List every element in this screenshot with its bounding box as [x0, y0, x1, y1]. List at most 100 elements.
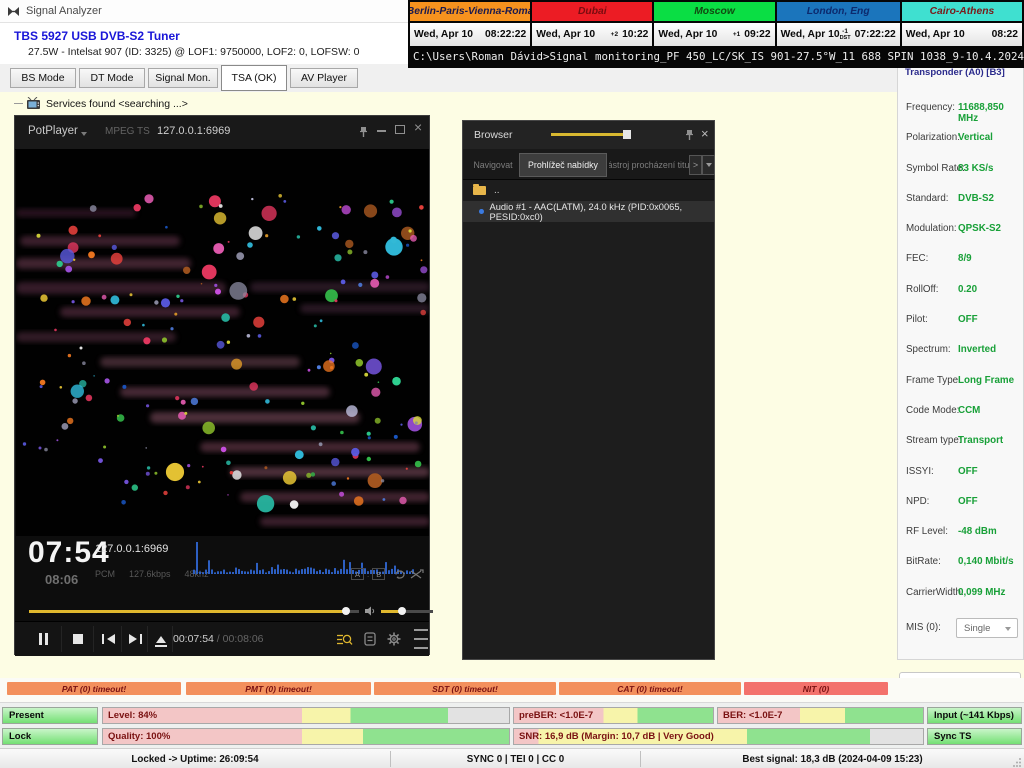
menu-button[interactable]	[409, 622, 433, 656]
video-area[interactable]	[16, 149, 429, 536]
playlist-button[interactable]	[359, 622, 381, 656]
tab-title-browser[interactable]: Nástroj procházení titu...	[609, 153, 689, 177]
speaker-icon[interactable]	[365, 606, 376, 616]
param-code-mode: Code Mode:CCM	[898, 397, 1023, 427]
mis-dropdown[interactable]: Single	[956, 618, 1018, 638]
ab-repeat-b-button[interactable]: B	[372, 568, 385, 580]
param-npd: NPD:OFF	[898, 488, 1023, 518]
psi-pat-bar: PAT (0) timeout!	[7, 682, 181, 695]
tabs-dropdown-button[interactable]	[702, 155, 715, 175]
tsa-content: Services found <searching ...> PotPlayer…	[0, 92, 1024, 678]
ab-repeat-a-button[interactable]: A	[351, 568, 364, 580]
psi-sdt-bar: SDT (0) timeout!	[374, 682, 556, 695]
total-time-display: 08:06	[45, 572, 78, 587]
pause-button[interactable]	[29, 622, 57, 656]
eject-button[interactable]	[148, 622, 174, 656]
maximize-icon[interactable]	[395, 125, 405, 134]
lock-uptime-status: Locked -> Uptime: 26:09:54	[0, 749, 390, 768]
settings-button[interactable]	[383, 622, 405, 656]
tabs-next-button[interactable]: >	[689, 155, 702, 175]
audio-stream-item[interactable]: Audio #1 - AAC(LATM), 24.0 kHz (PID:0x00…	[463, 201, 714, 222]
tree-expander[interactable]	[14, 103, 23, 104]
signal-analyzer-app: Signal Analyzer TBS 5927 USB DVB-S2 Tune…	[0, 0, 1024, 768]
ab-separator: :	[367, 570, 369, 579]
mis-row: MIS (0): Single	[898, 617, 1023, 641]
snr-bar: SNR: 16,9 dB (Margin: 10,7 dB | Very Goo…	[513, 728, 924, 745]
bullet-icon	[479, 209, 484, 214]
psi-nit-bar: NIT (0)	[744, 682, 888, 695]
browser-slider-knob[interactable]	[623, 130, 631, 139]
param-pilot: Pilot:OFF	[898, 306, 1023, 336]
param-polarization: Polarization:Vertical	[898, 124, 1023, 154]
player-controls: 00:07:54 / 00:08:06	[15, 621, 429, 656]
search-icon	[336, 632, 353, 647]
preber-bar: preBER: <1.0E-7	[513, 707, 714, 724]
position-time: 00:07:54	[173, 633, 214, 645]
resize-grip[interactable]	[1012, 757, 1022, 767]
chevron-down-icon	[706, 163, 712, 167]
services-status-row: Services found <searching ...>	[14, 97, 188, 110]
param-bitrate: BitRate:0,140 Mbit/s	[898, 548, 1023, 578]
stream-format-label: MPEG TS	[105, 126, 150, 137]
chevron-down-icon	[1005, 627, 1011, 631]
param-rolloff: RollOff:0.20	[898, 276, 1023, 306]
tab-signal-mon[interactable]: Signal Mon.	[148, 68, 218, 88]
console-command-line[interactable]: C:\Users\Roman Dávid>Signal monitoring_P…	[413, 50, 1024, 63]
browser-title: Browser	[474, 129, 513, 141]
chevron-down-icon	[81, 132, 87, 136]
ber-bar: BER: <1.0E-7	[717, 707, 924, 724]
bitrate-label: 127.6kbps	[129, 569, 171, 579]
tab-bs-mode[interactable]: BS Mode	[10, 68, 76, 88]
potplayer-app-menu[interactable]: PotPlayer	[28, 125, 78, 137]
stop-button[interactable]	[65, 622, 91, 656]
audio-stream-label: Audio #1 - AAC(LATM), 24.0 kHz (PID:0x00…	[490, 202, 714, 222]
volume-knob[interactable]	[398, 607, 406, 615]
param-carrier-width: CarrierWidth:0,099 MHz	[898, 579, 1023, 609]
psi-cat-bar: CAT (0) timeout!	[559, 682, 741, 695]
tab-av-player[interactable]: AV Player	[290, 68, 358, 88]
shuffle-icon[interactable]	[410, 569, 424, 580]
previous-button[interactable]	[95, 622, 121, 656]
param-standard: Standard:DVB-S2	[898, 185, 1023, 215]
psi-status-row: PAT (0) timeout! PMT (0) timeout! SDT (0…	[0, 678, 1024, 702]
browser-titlebar[interactable]: Browser ×	[463, 121, 714, 150]
codec-label: PCM	[95, 569, 115, 579]
app-icon	[7, 5, 20, 18]
signal-parameters-panel: Transponder (A0) [B3] Frequency:11688,85…	[897, 60, 1024, 660]
search-broadcast-button[interactable]	[333, 622, 355, 656]
tab-menu-browser[interactable]: Prohlížeč nabídky	[519, 153, 607, 177]
param-rf-level: RF Level:-48 dBm	[898, 518, 1023, 548]
transponder-header: Transponder (A0) [B3]	[905, 67, 1005, 78]
tab-tsa[interactable]: TSA (OK)	[221, 65, 287, 91]
pin-icon[interactable]	[685, 129, 694, 141]
signal-metrics: Present Level: 84% preBER: <1.0E-7 BER: …	[0, 702, 1024, 749]
clock-time-london: Wed, Apr 10-1DST07:22:22	[777, 23, 900, 46]
player-info-bar: 07:54 08:06 127.0.0.1:6969 PCM 127.6kbps…	[15, 536, 429, 601]
loop-icon[interactable]	[393, 569, 407, 580]
present-indicator: Present	[2, 707, 98, 724]
quality-bar: Quality: 100%	[102, 728, 510, 745]
browser-slider[interactable]	[551, 133, 627, 136]
parent-folder-row[interactable]: ..	[463, 179, 714, 201]
seek-knob[interactable]	[342, 607, 350, 615]
console-overlay: Berlin-Paris-Vienna-Roma Dubai Moscow Lo…	[408, 0, 1024, 68]
services-status-text: Services found <searching ...>	[46, 98, 188, 110]
signal-parameter-rows: Frequency:11688,850 MHz Polarization:Ver…	[898, 94, 1023, 609]
potplayer-titlebar[interactable]: PotPlayer MPEG TS 127.0.0.1:6969 ×	[15, 116, 429, 150]
close-icon[interactable]: ×	[414, 120, 422, 134]
tab-navigate[interactable]: Navigovat	[468, 153, 518, 177]
now-playing-label: 127.0.0.1:6969	[95, 543, 168, 555]
next-button[interactable]	[122, 622, 148, 656]
param-modulation: Modulation:QPSK-S2	[898, 215, 1023, 245]
tv-icon	[26, 97, 41, 110]
tuner-name: TBS 5927 USB DVB-S2 Tuner	[14, 29, 180, 43]
clock-city-moscow: Moscow	[654, 2, 774, 21]
input-indicator: Input (~141 Kbps)	[927, 707, 1022, 724]
close-icon[interactable]: ×	[701, 126, 709, 141]
pin-icon[interactable]	[359, 126, 368, 138]
minimize-icon[interactable]	[377, 130, 386, 132]
mode-tabstrip: BS Mode DT Mode Signal Mon. TSA (OK) AV …	[0, 64, 1024, 92]
folder-label: ..	[494, 185, 500, 196]
tab-dt-mode[interactable]: DT Mode	[79, 68, 145, 88]
clock-city-dubai: Dubai	[532, 2, 652, 21]
